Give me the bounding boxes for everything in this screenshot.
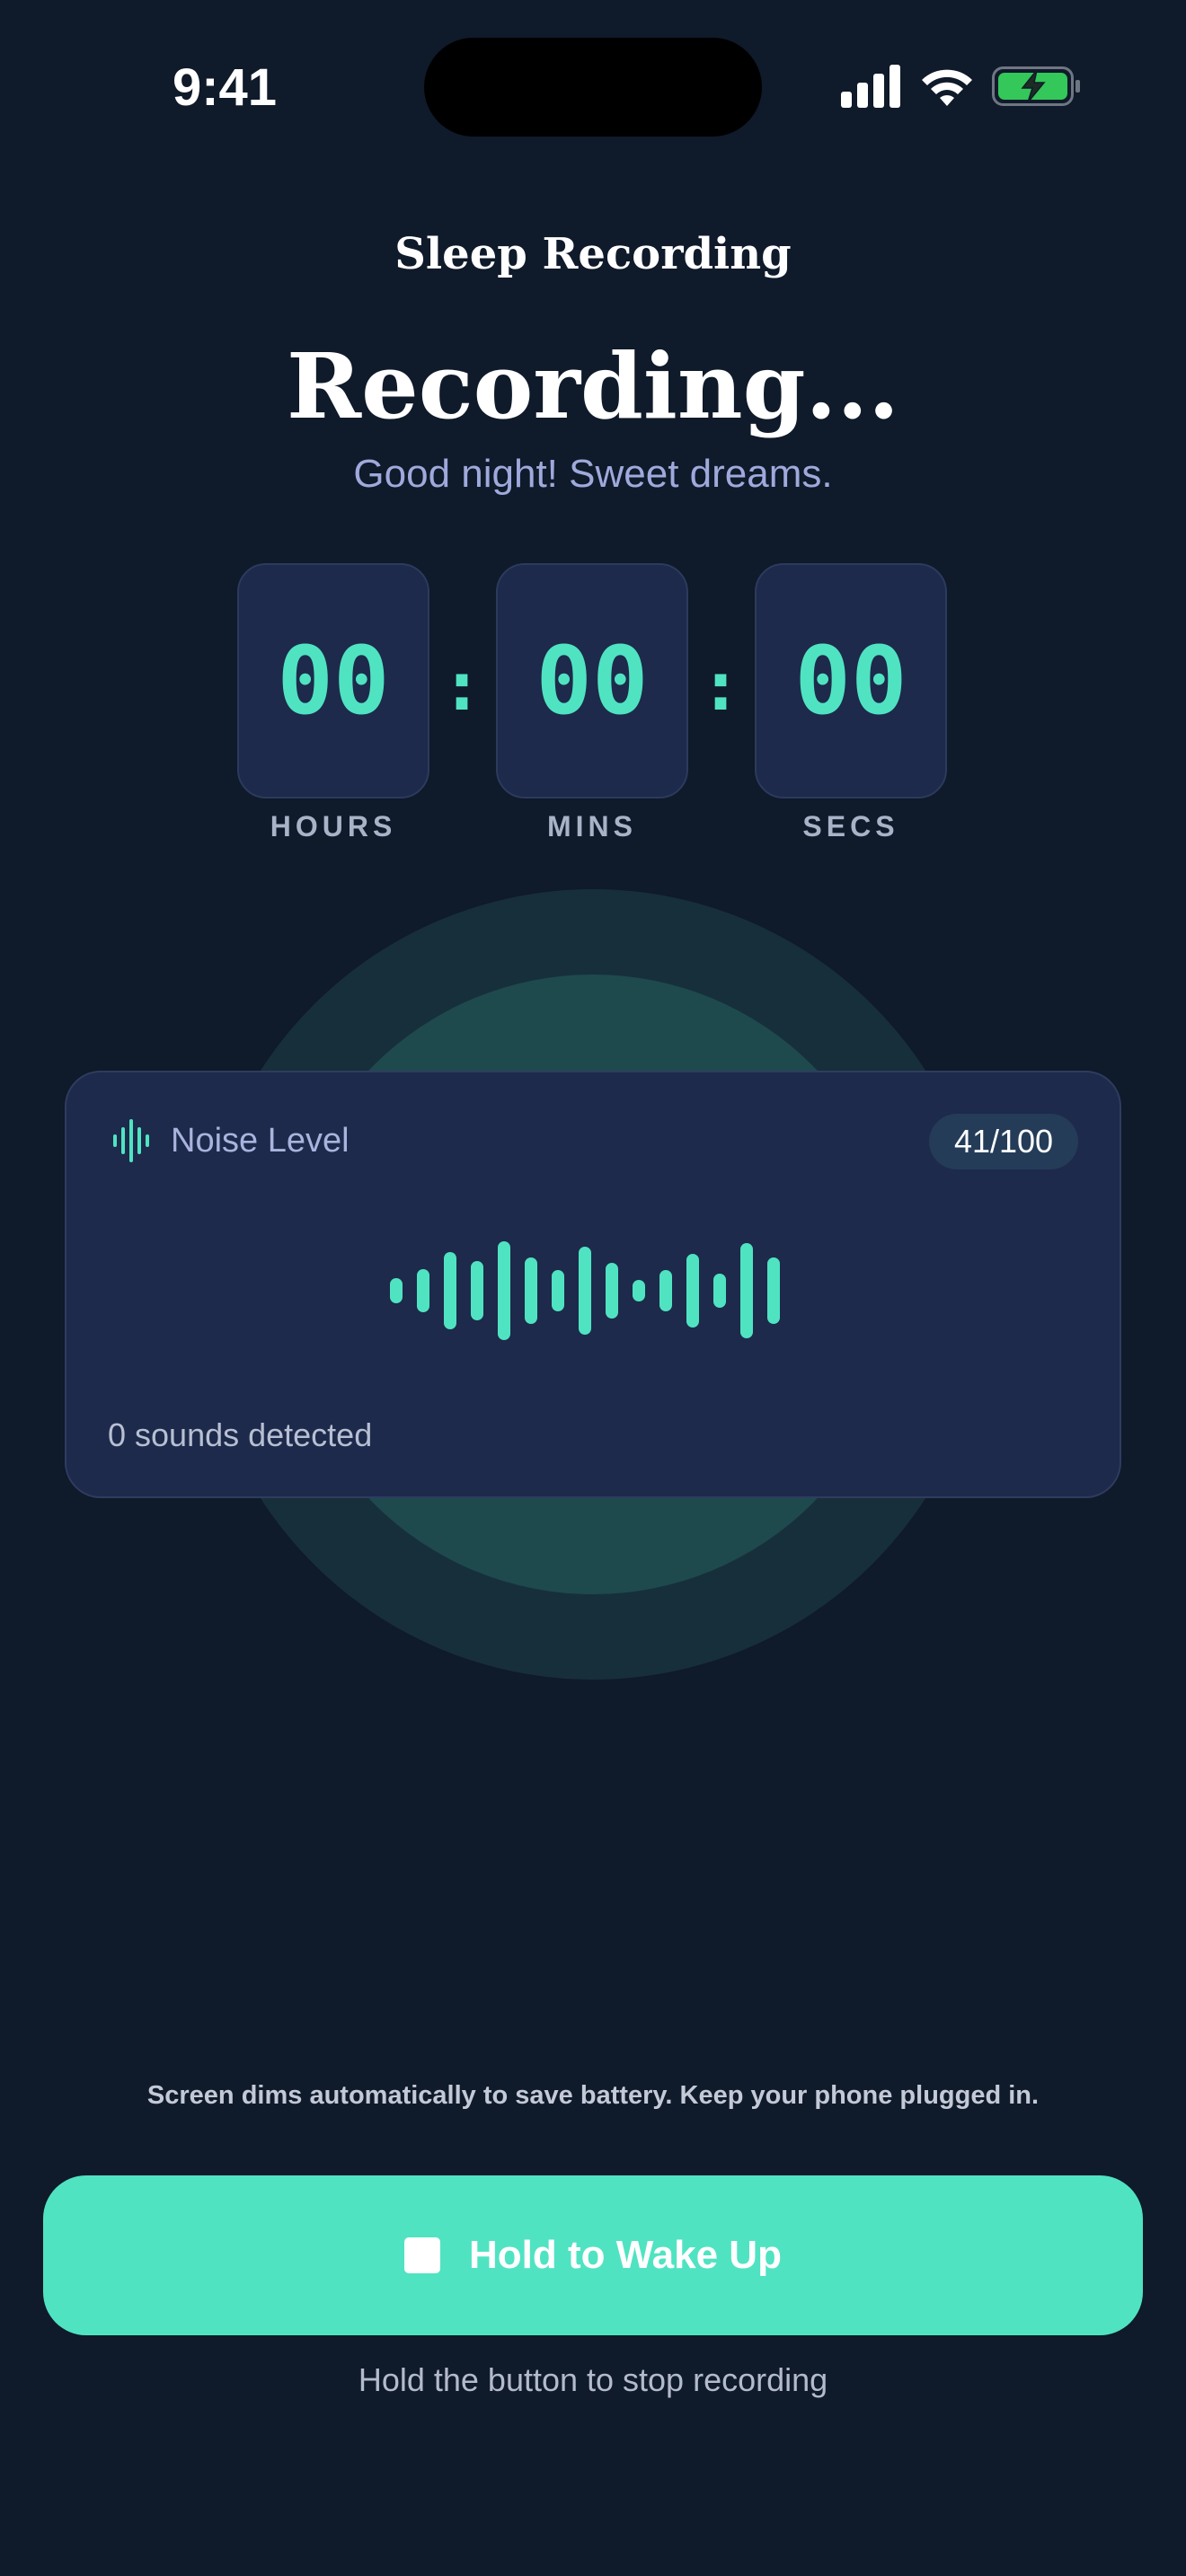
battery-hint: Screen dims automatically to save batter… bbox=[146, 2081, 1040, 2110]
waveform-icon bbox=[113, 1119, 149, 1162]
noise-level-label: Noise Level bbox=[171, 1122, 350, 1160]
timer-secs: 00 bbox=[755, 563, 947, 798]
sounds-detected-count: 0 sounds detected bbox=[108, 1416, 373, 1453]
timer-hours-label: HOURS bbox=[270, 810, 397, 842]
timer-separator: : bbox=[448, 649, 475, 725]
timer-separator: : bbox=[707, 649, 734, 725]
timer-mins-label: MINS bbox=[547, 810, 637, 842]
battery-charging-icon bbox=[992, 66, 1080, 106]
stop-recording-note: Hold the button to stop recording bbox=[358, 2361, 828, 2398]
timer-hours: 00 bbox=[237, 563, 429, 798]
recording-status-title: Recording... bbox=[287, 333, 899, 439]
dynamic-island bbox=[424, 38, 762, 137]
wake-button-label: Hold to Wake Up bbox=[469, 2233, 782, 2277]
status-time: 9:41 bbox=[172, 58, 278, 117]
sound-waveform bbox=[390, 1241, 780, 1340]
signal-icon bbox=[841, 65, 900, 108]
stop-icon bbox=[404, 2237, 441, 2273]
timer-mins: 00 bbox=[496, 563, 688, 798]
status-icons bbox=[841, 65, 1080, 108]
wifi-icon bbox=[922, 69, 972, 106]
noise-level-badge: 41/100 bbox=[929, 1114, 1078, 1169]
hold-to-wake-button[interactable]: Hold to Wake Up bbox=[43, 2175, 1143, 2335]
recording-subtitle: Good night! Sweet dreams. bbox=[353, 452, 833, 496]
timer-secs-label: SECS bbox=[802, 810, 899, 842]
page-title: Sleep Recording bbox=[394, 229, 792, 279]
